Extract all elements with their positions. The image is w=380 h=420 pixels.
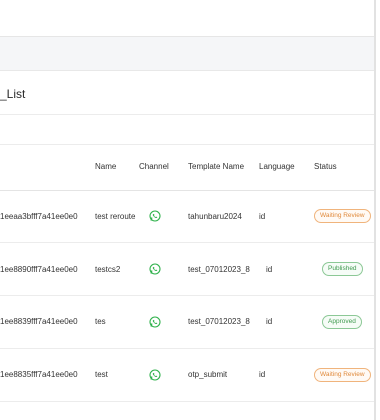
template-name: test_07012023_8 xyxy=(188,295,259,349)
status-cell: Published xyxy=(314,242,375,296)
top-navigation-bar xyxy=(0,0,375,37)
column-header-template-name-label: Template Name xyxy=(188,162,245,172)
column-header-channel[interactable]: Channel xyxy=(139,145,188,191)
template-name: tahunbaru2024 xyxy=(188,190,259,244)
status-badge: Waiting Review xyxy=(314,367,371,382)
table-row[interactable]: 1ee8835fff7a41ee0e0 test otp_submit id W… xyxy=(0,348,375,402)
template-id: 1ee8890fff7a41ee0e0 xyxy=(0,242,94,296)
template-language: id xyxy=(259,190,314,244)
status-badge: Published xyxy=(322,262,363,277)
column-header-name[interactable]: Name xyxy=(94,145,139,191)
column-header-id[interactable] xyxy=(0,145,94,191)
template-table: Name Channel Template Name Language Stat… xyxy=(0,145,375,402)
status-badge: Approved xyxy=(322,314,362,329)
template-language: id xyxy=(259,295,314,349)
template-id: 1ee8839fff7a41ee0e0 xyxy=(0,295,94,349)
page: _List Name Channel Template Name Languag… xyxy=(0,0,380,420)
template-language: id xyxy=(259,348,314,402)
status-cell: Waiting Review xyxy=(314,190,375,244)
window-edge-divider xyxy=(374,0,376,420)
whatsapp-icon xyxy=(149,263,161,275)
whatsapp-icon xyxy=(149,210,161,222)
template-language: id xyxy=(259,242,314,296)
column-header-status[interactable]: Status xyxy=(314,145,375,191)
table-row[interactable]: 1eeaa3bfff7a41ee0e0 test reroute tahunba… xyxy=(0,190,375,244)
whatsapp-icon xyxy=(149,369,161,381)
template-name: otp_submit xyxy=(188,348,259,402)
template-display-name: tes xyxy=(94,295,139,349)
channel-cell xyxy=(139,348,188,402)
status-badge: Waiting Review xyxy=(314,209,371,224)
column-header-language[interactable]: Language xyxy=(259,145,314,191)
channel-cell xyxy=(139,190,188,244)
template-name: test_07012023_8 xyxy=(188,242,259,296)
card-toolbar xyxy=(0,115,375,145)
template-id: 1ee8835fff7a41ee0e0 xyxy=(0,348,94,402)
column-header-template-name[interactable]: Template Name xyxy=(188,145,259,191)
page-title: _List xyxy=(0,87,26,101)
status-cell: Approved xyxy=(314,295,375,349)
template-display-name: test xyxy=(94,348,139,402)
table-header-row: Name Channel Template Name Language Stat… xyxy=(0,145,375,191)
table-row[interactable]: 1ee8839fff7a41ee0e0 tes test_07012023_8 … xyxy=(0,295,375,349)
template-id: 1eeaa3bfff7a41ee0e0 xyxy=(0,190,94,244)
card-header: _List xyxy=(0,71,375,115)
template-display-name: testcs2 xyxy=(94,242,139,296)
status-cell: Waiting Review xyxy=(314,348,375,402)
sub-header-bar xyxy=(0,37,375,71)
table-row[interactable]: 1ee8890fff7a41ee0e0 testcs2 test_0701202… xyxy=(0,242,375,296)
channel-cell xyxy=(139,242,188,296)
template-display-name: test reroute xyxy=(94,190,139,244)
channel-cell xyxy=(139,295,188,349)
whatsapp-icon xyxy=(149,316,161,328)
